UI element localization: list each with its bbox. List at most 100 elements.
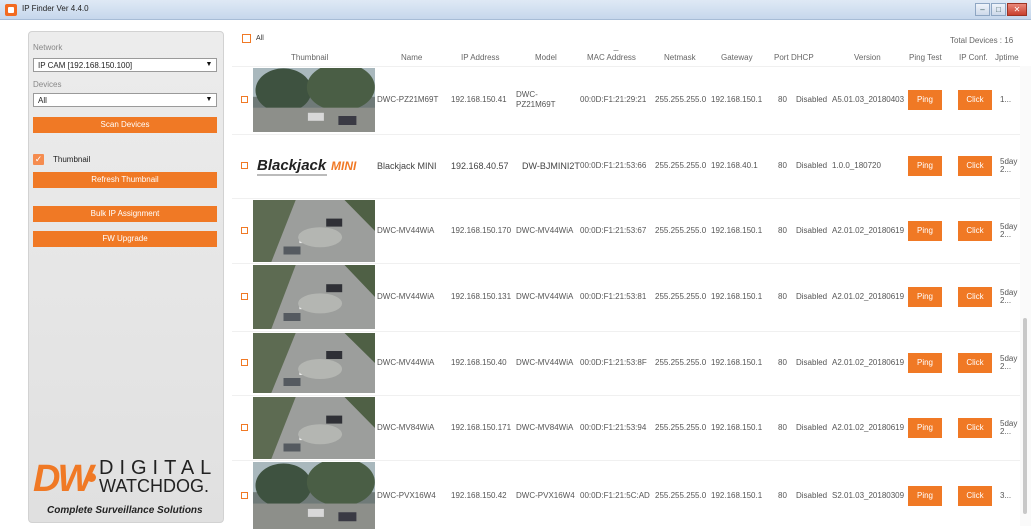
cell-netmask: 255.255.255.0 <box>655 491 707 500</box>
cell-uptime: 2... <box>1000 427 1012 436</box>
ip-conf-button[interactable]: Click <box>958 90 992 110</box>
row-thumbnail <box>253 68 375 132</box>
ping-button[interactable]: Ping <box>908 221 942 241</box>
cell-version: A5.01.03_20180403 <box>832 95 905 104</box>
title-bar: IP Finder Ver 4.4.0 – □ ✕ <box>0 0 1031 20</box>
column-header-name[interactable]: Name <box>401 53 422 62</box>
cell-model: DWC- <box>516 90 538 99</box>
column-header-ip-conf[interactable]: IP Conf. <box>959 53 988 62</box>
ping-button[interactable]: Ping <box>908 156 942 176</box>
row-thumbnail: Blackjack MINI <box>253 136 375 196</box>
cell-gateway: 192.168.150.1 <box>711 226 763 235</box>
ip-conf-button[interactable]: Click <box>958 353 992 373</box>
row-checkbox[interactable] <box>241 293 248 300</box>
table-row[interactable]: DWC-MV84WiA 192.168.150.171 DWC-MV84WiA 00:… <box>232 395 1031 459</box>
ip-conf-button[interactable]: Click <box>958 221 992 241</box>
cell-netmask: 255.255.255.0 <box>655 358 707 367</box>
table-row[interactable]: DWC-PVX16W4 192.168.150.42 DWC-PVX16W4 00:0… <box>232 460 1031 529</box>
cell-port: 80 <box>778 491 787 500</box>
scrollbar-thumb[interactable] <box>1023 318 1027 514</box>
column-header-uptime[interactable]: Jptime <box>995 53 1019 62</box>
cell-uptime: 2... <box>1000 230 1012 239</box>
ip-conf-button[interactable]: Click <box>958 418 992 438</box>
blackjack-brand-text: Blackjack <box>257 157 327 174</box>
devices-select[interactable]: All ▼ <box>33 93 217 107</box>
fw-upgrade-button[interactable]: FW Upgrade <box>33 231 217 247</box>
cell-netmask: 255.255.255.0 <box>655 161 707 170</box>
network-select[interactable]: IP CAM [192.168.150.100] ▼ <box>33 58 217 72</box>
row-checkbox[interactable] <box>241 492 248 499</box>
ping-button[interactable]: Ping <box>908 418 942 438</box>
row-thumbnail <box>253 333 375 393</box>
cell-version: A2.01.02_20180619 <box>832 358 905 367</box>
cell-mac-address: 00:0D:F1:21:53:81 <box>580 292 647 301</box>
select-all-label: All <box>256 35 264 42</box>
row-thumbnail <box>253 397 375 459</box>
cell-gateway: 192.168.150.1 <box>711 292 763 301</box>
window-controls: – □ ✕ <box>974 3 1027 16</box>
control-panel: Network IP CAM [192.168.150.100] ▼ Devic… <box>28 31 224 523</box>
camera-thumbnail-image <box>253 265 375 329</box>
table-row[interactable]: DWC-MV44WiA 192.168.150.170 DWC-MV44WiA 00:… <box>232 198 1031 262</box>
table-row[interactable]: DWC-MV44WiA 192.168.150.131 DWC-MV44WiA 00:… <box>232 263 1031 329</box>
chevron-down-icon[interactable]: ▼ <box>204 95 214 105</box>
thumbnail-toggle[interactable]: ✓ Thumbnail <box>33 153 90 165</box>
ping-button[interactable]: Ping <box>908 353 942 373</box>
select-all-checkbox[interactable] <box>242 34 251 43</box>
close-button[interactable]: ✕ <box>1007 3 1027 16</box>
cell-ip-address: 192.168.150.41 <box>451 95 507 104</box>
maximize-button[interactable]: □ <box>991 3 1006 16</box>
digital-watchdog-logo: DW DIGITAL WATCHDOG. Complete Surveillan… <box>29 456 225 522</box>
row-checkbox[interactable] <box>241 227 248 234</box>
network-select-value: IP CAM [192.168.150.100] <box>38 61 133 70</box>
cell-dhcp: Disabled <box>796 423 828 432</box>
row-thumbnail <box>253 462 375 529</box>
column-header-dhcp[interactable]: DHCP <box>791 53 814 62</box>
checkbox-checked-icon[interactable]: ✓ <box>33 153 44 165</box>
cell-port: 80 <box>778 358 787 367</box>
ip-conf-button[interactable]: Click <box>958 156 992 176</box>
cell-mac-address: 00:0D:F1:21:5C:AD <box>580 491 650 500</box>
column-header-ip-address[interactable]: IP Address <box>461 53 500 62</box>
refresh-thumbnail-button[interactable]: Refresh Thumbnail <box>33 172 217 188</box>
cell-port: 80 <box>778 95 787 104</box>
ping-button[interactable]: Ping <box>908 486 942 506</box>
ip-conf-button[interactable]: Click <box>958 486 992 506</box>
cell-uptime: 2... <box>1000 362 1012 371</box>
column-header-netmask[interactable]: Netmask <box>664 53 696 62</box>
column-header-ping-test[interactable]: Ping Test <box>909 53 942 62</box>
app-icon <box>5 4 17 16</box>
cell-uptime: 1... <box>1000 95 1012 104</box>
row-checkbox[interactable] <box>241 162 248 169</box>
ping-button[interactable]: Ping <box>908 90 942 110</box>
scan-devices-button[interactable]: Scan Devices <box>33 117 217 133</box>
table-row[interactable]: DWC-PZ21M69T 192.168.150.41 DWC- PZ21M69T 00… <box>232 66 1031 132</box>
column-header-version[interactable]: Version <box>854 53 881 62</box>
cell-version: 1.0.0_180720 <box>832 161 881 170</box>
chevron-down-icon[interactable]: ▼ <box>204 60 214 70</box>
minimize-button[interactable]: – <box>975 3 990 16</box>
column-header-model[interactable]: Model <box>535 53 557 62</box>
select-all[interactable]: All <box>242 34 264 43</box>
table-row[interactable]: DWC-MV44WiA 192.168.150.40 DWC-MV44WiA 00:0… <box>232 331 1031 393</box>
ip-conf-button[interactable]: Click <box>958 287 992 307</box>
column-header-thumbnail[interactable]: Thumbnail <box>291 53 328 62</box>
cell-ip-address: 192.168.150.170 <box>451 226 512 235</box>
column-header-gateway[interactable]: Gateway <box>721 53 753 62</box>
row-checkbox[interactable] <box>241 424 248 431</box>
devices-select-value: All <box>38 96 47 105</box>
bulk-ip-assignment-button[interactable]: Bulk IP Assignment <box>33 206 217 222</box>
column-header-port[interactable]: Port <box>774 53 789 62</box>
cell-mac-address: 00:0D:F1:21:53:8F <box>580 358 647 367</box>
cell-dhcp: Disabled <box>796 226 828 235</box>
cell-name: DWC-PZ21M69T <box>377 95 439 104</box>
column-header-mac-address[interactable]: MAC Address <box>587 53 636 62</box>
table-row[interactable]: Blackjack MINI Blackjack MINI 192.168.40.57… <box>232 134 1031 196</box>
cell-uptime: 2... <box>1000 165 1012 174</box>
sort-ascending-icon <box>613 50 619 51</box>
cell-model: PZ21M69T <box>516 100 556 109</box>
row-checkbox[interactable] <box>241 96 248 103</box>
cell-mac-address: 00:0D:F1:21:53:94 <box>580 423 647 432</box>
row-checkbox[interactable] <box>241 359 248 366</box>
ping-button[interactable]: Ping <box>908 287 942 307</box>
